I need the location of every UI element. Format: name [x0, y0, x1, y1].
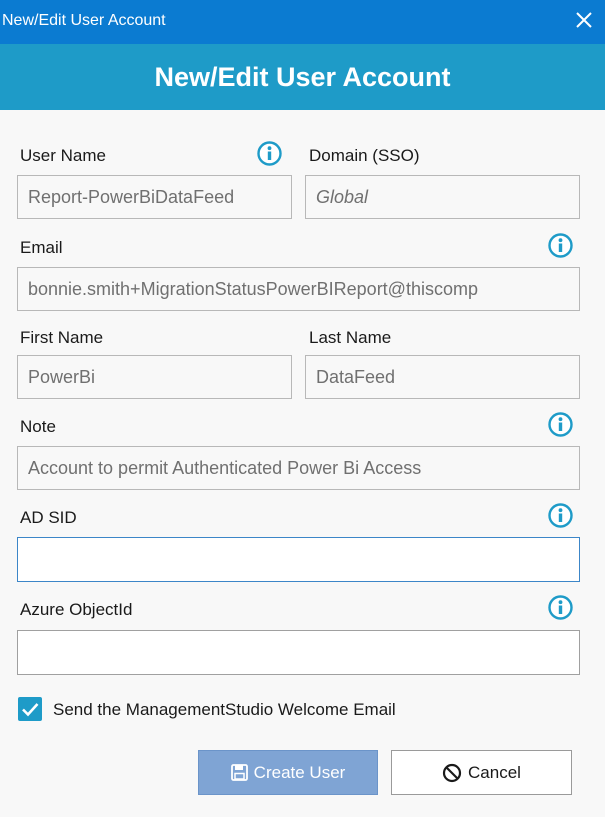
- email-label: Email: [20, 238, 63, 257]
- info-icon[interactable]: [548, 412, 573, 437]
- email-input[interactable]: bonnie.smith+MigrationStatusPowerBIRepor…: [17, 267, 580, 311]
- window-titlebar: New/Edit User Account: [0, 0, 605, 44]
- cancel-icon: [442, 763, 462, 782]
- first-name-input[interactable]: PowerBi: [17, 355, 292, 399]
- first-name-label: First Name: [20, 328, 104, 347]
- ad-sid-label: AD SID: [20, 508, 77, 527]
- dialog-header: New/Edit User Account: [0, 44, 605, 110]
- username-input[interactable]: Report-PowerBiDataFeed: [17, 175, 292, 219]
- info-icon[interactable]: [548, 595, 573, 620]
- welcome-email-label[interactable]: Send the ManagementStudio Welcome Email: [53, 700, 396, 720]
- info-icon[interactable]: [548, 233, 573, 258]
- create-user-label: Create User: [253, 762, 346, 782]
- last-name-label: Last Name: [309, 328, 392, 347]
- azure-object-id-label: Azure ObjectId: [20, 600, 133, 619]
- note-input[interactable]: Account to permit Authenticated Power Bi…: [17, 446, 580, 490]
- note-label: Note: [20, 417, 56, 436]
- azure-object-id-input[interactable]: [17, 630, 580, 675]
- create-user-button[interactable]: Create User: [198, 750, 378, 795]
- dialog-title: New/Edit User Account: [154, 62, 451, 92]
- info-icon[interactable]: [548, 503, 573, 528]
- close-icon[interactable]: [573, 9, 595, 31]
- domain-label: Domain (SSO): [309, 146, 420, 165]
- cancel-label: Cancel: [468, 762, 521, 782]
- checkmark-icon: [22, 703, 39, 717]
- window-title: New/Edit User Account: [2, 12, 166, 29]
- cancel-button[interactable]: Cancel: [391, 750, 572, 795]
- info-icon[interactable]: [257, 141, 282, 166]
- last-name-input[interactable]: DataFeed: [305, 355, 580, 399]
- ad-sid-input[interactable]: [17, 537, 580, 582]
- domain-input[interactable]: Global: [305, 175, 580, 219]
- welcome-email-checkbox[interactable]: [18, 697, 42, 721]
- save-icon: [230, 764, 248, 781]
- username-label: User Name: [20, 146, 106, 165]
